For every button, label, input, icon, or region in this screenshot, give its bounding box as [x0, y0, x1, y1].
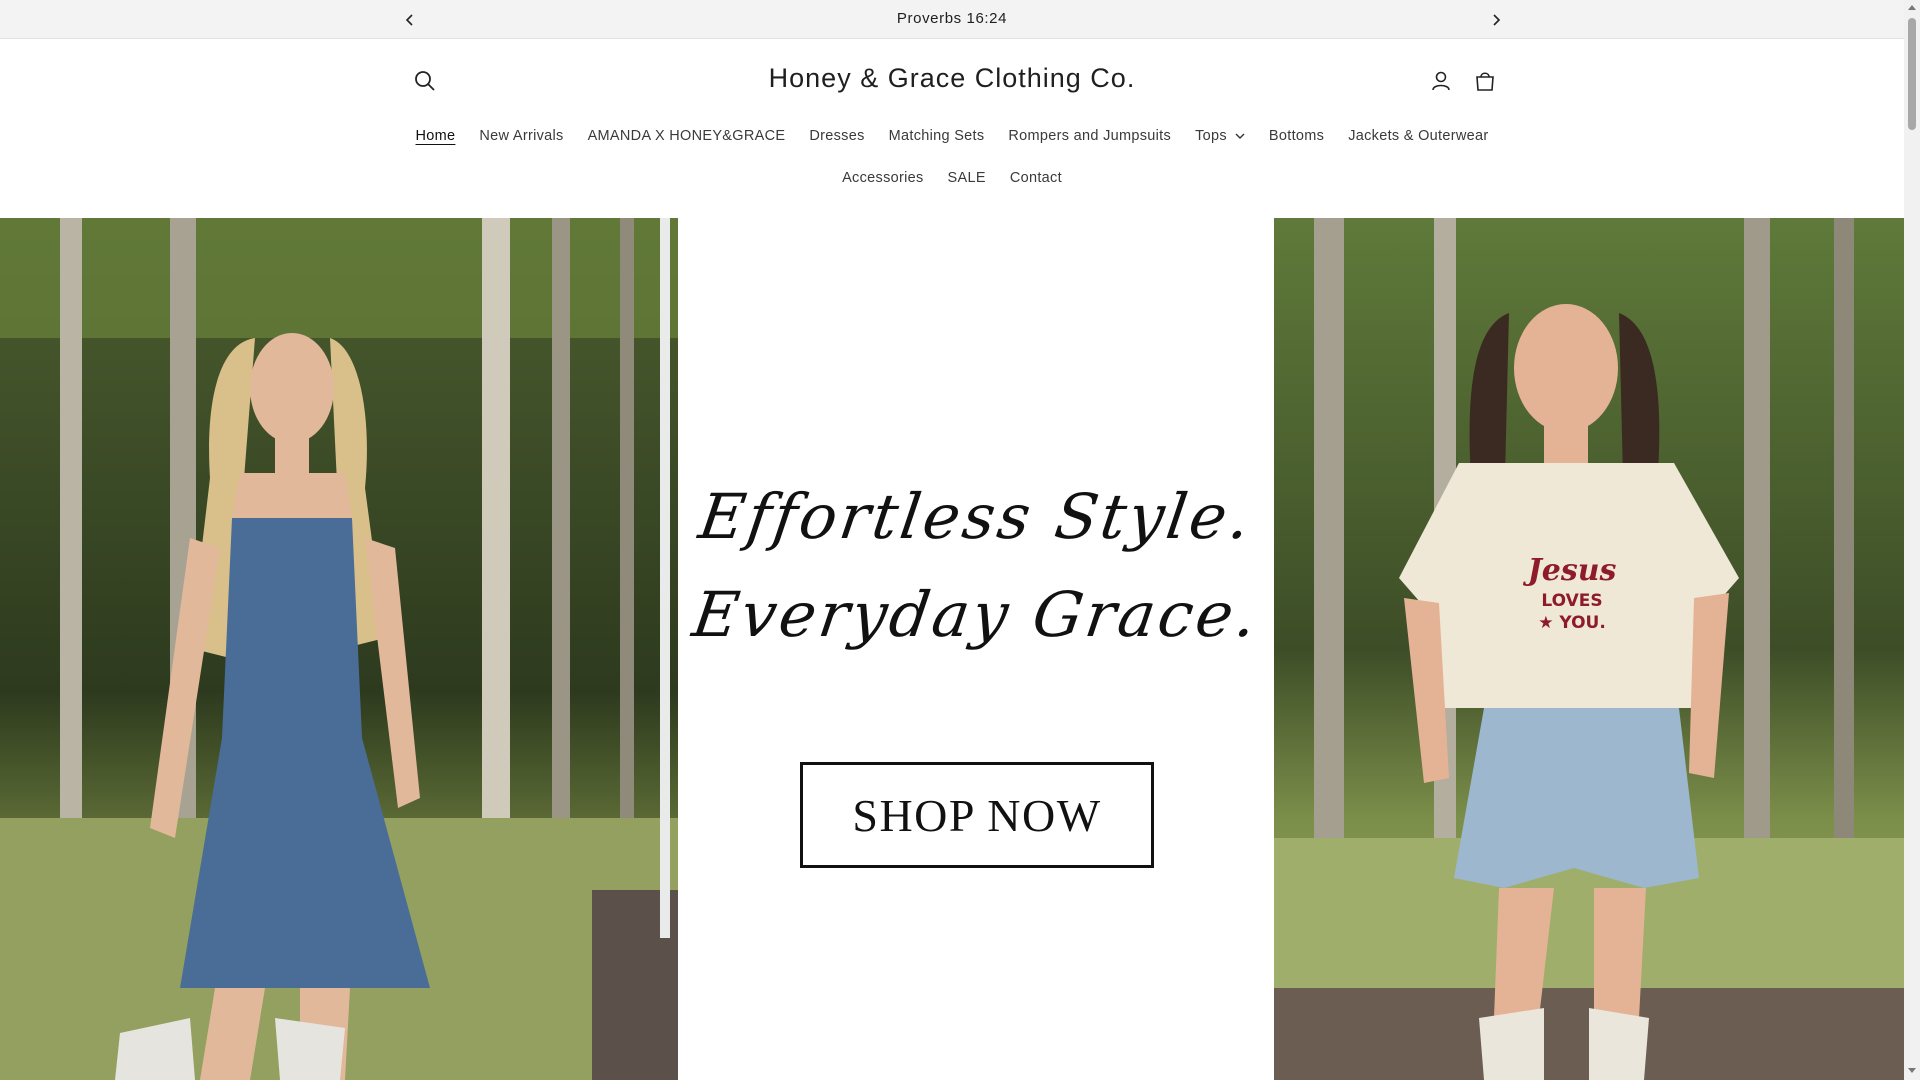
chevron-right-icon [1493, 14, 1501, 26]
nav-item-accessories[interactable]: Accessories [830, 167, 935, 189]
nav-item-new-arrivals[interactable]: New Arrivals [467, 125, 575, 147]
hero-banner[interactable]: Effortless Style. Everyday Grace. SHOP N… [0, 218, 1904, 1080]
svg-text:Jesus: Jesus [1523, 553, 1617, 588]
nav-label: Matching Sets [888, 128, 985, 144]
nav-item-home[interactable]: Home [404, 125, 468, 147]
hero-photo-right: Jesus LOVES ★ YOU. [1274, 218, 1904, 1080]
site-header: Honey & Grace Clothing Co. Home New Arri… [0, 39, 1904, 219]
nav-item-rompers-jumpsuits[interactable]: Rompers and Jumpsuits [996, 125, 1183, 147]
nav-item-bottoms[interactable]: Bottoms [1257, 125, 1336, 147]
main-nav-row1: Home New Arrivals AMANDA X HONEY&GRACE D… [0, 125, 1904, 147]
nav-label: Contact [1009, 170, 1062, 186]
page-scrollbar[interactable] [1904, 0, 1920, 1080]
announcement-next-button[interactable] [1484, 8, 1508, 32]
announcement-bar: Proverbs 16:24 [0, 0, 1904, 39]
nav-label: Bottoms [1268, 128, 1325, 144]
nav-item-sale[interactable]: SALE [936, 167, 998, 189]
scrollbar-thumb[interactable] [1908, 18, 1916, 130]
hero-photo-left [0, 218, 678, 1080]
nav-label: Accessories [842, 170, 924, 186]
nav-item-contact[interactable]: Contact [998, 167, 1074, 189]
nav-label: AMANDA X HONEY&GRACE [587, 128, 786, 144]
svg-text:★ YOU.: ★ YOU. [1538, 613, 1606, 633]
scroll-up-arrow[interactable] [1908, 5, 1916, 10]
cart-icon [1476, 72, 1494, 91]
nav-item-matching-sets[interactable]: Matching Sets [877, 125, 997, 147]
nav-label: Jackets & Outerwear [1348, 128, 1489, 144]
chevron-down-icon [1235, 133, 1245, 139]
hero-center-panel: Effortless Style. Everyday Grace. SHOP N… [678, 218, 1274, 1080]
shop-now-button[interactable]: SHOP NOW [800, 762, 1154, 868]
nav-label: Tops [1195, 128, 1227, 144]
announcement-message: Proverbs 16:24 [896, 10, 1008, 27]
hero-tagline-line1: Effortless Style. [694, 480, 1258, 553]
nav-label: Rompers and Jumpsuits [1008, 128, 1172, 144]
main-nav-row2: Accessories SALE Contact [0, 167, 1904, 189]
nav-label: SALE [947, 170, 986, 186]
nav-item-jackets-outerwear[interactable]: Jackets & Outerwear [1336, 125, 1500, 147]
hero-tagline-line2: Everyday Grace. [688, 578, 1264, 651]
site-logo[interactable]: Honey & Grace Clothing Co. [0, 63, 1904, 94]
account-icon [1432, 71, 1450, 91]
svg-text:LOVES: LOVES [1541, 591, 1602, 611]
nav-item-amanda-x-honey-grace[interactable]: AMANDA X HONEY&GRACE [576, 125, 798, 147]
nav-item-dresses[interactable]: Dresses [797, 125, 876, 147]
nav-label: New Arrivals [479, 128, 564, 144]
account-button[interactable] [1424, 64, 1458, 98]
nav-item-tops[interactable]: Tops [1183, 125, 1257, 147]
scroll-down-arrow[interactable] [1908, 1068, 1916, 1073]
nav-label: Home [415, 128, 456, 144]
cart-button[interactable] [1468, 64, 1502, 98]
nav-label: Dresses [809, 128, 865, 144]
